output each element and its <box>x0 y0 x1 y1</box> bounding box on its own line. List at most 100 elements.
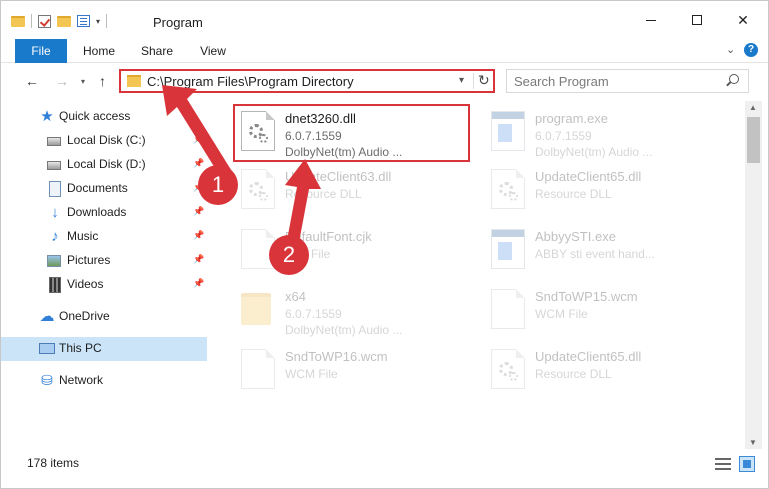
file-item-updateclient65-dll[interactable]: UpdateClient65.dll Resource DLL <box>483 163 719 219</box>
file-version: 6.0.7.1559 <box>285 307 342 321</box>
file-type: WCM File <box>285 367 338 381</box>
exe-icon <box>491 229 525 269</box>
file-item-dnet3260-dll[interactable]: dnet3260.dll 6.0.7.1559 DolbyNet(tm) Aud… <box>233 105 469 161</box>
file-name: program.exe <box>535 111 608 126</box>
minimize-button[interactable] <box>628 1 674 39</box>
gear-file-icon <box>241 111 275 151</box>
maximize-icon <box>692 15 702 25</box>
sidebar-item-label: Documents <box>67 181 128 195</box>
tab-view[interactable]: View <box>191 39 235 63</box>
maximize-button[interactable] <box>674 1 720 39</box>
file-version: 6.0.7.1559 <box>535 129 592 143</box>
search-box[interactable] <box>506 69 749 93</box>
pin-icon[interactable]: 📌 <box>193 206 204 217</box>
scroll-down-arrow-icon[interactable]: ▼ <box>749 438 757 447</box>
quick-access-toolbar: ▾ <box>11 14 108 28</box>
expand-ribbon-chevron-icon[interactable]: ⌄ <box>726 43 735 56</box>
network-icon: ⛁ <box>41 372 53 388</box>
sidebar-item-this-pc[interactable]: This PC <box>1 337 207 361</box>
file-version: 6.0.7.1559 <box>285 129 342 143</box>
sidebar-item-label: Local Disk (C:) <box>67 133 146 147</box>
folder-item-x64[interactable]: x64 6.0.7.1559 DolbyNet(tm) Audio ... <box>233 283 469 339</box>
sidebar-item-label: Quick access <box>59 109 131 123</box>
sidebar-item-network[interactable]: ⛁ Network <box>1 369 207 393</box>
pin-icon[interactable]: 📌 <box>193 134 204 145</box>
sidebar-item-label: OneDrive <box>59 309 110 323</box>
large-icons-view-icon[interactable] <box>739 456 755 472</box>
pin-icon[interactable]: 📌 <box>193 278 204 289</box>
vertical-scrollbar[interactable]: ▲ ▼ <box>745 101 762 449</box>
sidebar-item-local-disk-c[interactable]: Local Disk (C:) 📌 <box>1 129 207 153</box>
properties-check-icon[interactable] <box>38 14 51 28</box>
file-name: UpdateClient65.dll <box>535 349 642 364</box>
forward-arrow-icon[interactable]: → <box>55 73 69 89</box>
file-item-abbyysti-exe[interactable]: AbbyySTI.exe ABBY sti event hand... <box>483 223 719 279</box>
scroll-up-arrow-icon[interactable]: ▲ <box>749 103 757 112</box>
help-icon[interactable]: ? <box>744 43 758 57</box>
search-icon[interactable] <box>729 74 739 84</box>
tab-share[interactable]: Share <box>133 39 181 63</box>
recent-locations-dropdown-icon[interactable]: ▾ <box>81 77 85 86</box>
pin-icon[interactable]: 📌 <box>193 230 204 241</box>
close-button[interactable]: ✕ <box>720 1 766 39</box>
sidebar-item-label: Videos <box>67 277 104 291</box>
sidebar-item-quick-access[interactable]: ★ Quick access <box>1 105 207 129</box>
address-bar[interactable]: C:\Program Files\Program Directory ▾ ↻ <box>119 69 495 93</box>
sidebar-item-label: Music <box>67 229 99 243</box>
file-type: Resource DLL <box>285 187 362 201</box>
file-item-program-exe[interactable]: program.exe 6.0.7.1559 DolbyNet(tm) Audi… <box>483 105 719 161</box>
tab-file[interactable]: File <box>15 39 67 63</box>
gear-file-icon <box>491 349 525 389</box>
details-view-icon[interactable] <box>715 458 731 470</box>
file-name: AbbyySTI.exe <box>535 229 616 244</box>
ribbon-tabs: File Home Share View ⌄ ? <box>1 39 768 63</box>
pin-icon[interactable]: 📌 <box>193 254 204 265</box>
scrollbar-thumb[interactable] <box>747 117 760 163</box>
file-icon <box>241 349 275 389</box>
file-item-updateclient63-dll[interactable]: UpdateClient63.dll Resource DLL <box>233 163 469 219</box>
sidebar-item-label: This PC <box>59 341 102 355</box>
tab-home[interactable]: Home <box>77 39 121 63</box>
new-folder-icon[interactable] <box>57 15 71 27</box>
window-title: Program <box>153 15 203 30</box>
search-input[interactable] <box>514 73 714 89</box>
file-name: SndToWP15.wcm <box>535 289 638 304</box>
file-item-updateclient65-dll-2[interactable]: UpdateClient65.dll Resource DLL <box>483 343 719 399</box>
gear-file-icon <box>241 169 275 209</box>
sidebar-item-music[interactable]: ♪ Music 📌 <box>1 225 207 249</box>
file-description: DolbyNet(tm) Audio ... <box>285 323 403 337</box>
sidebar-item-pictures[interactable]: Pictures 📌 <box>1 249 207 273</box>
file-item-sndtowp16-wcm[interactable]: SndToWP16.wcm WCM File <box>233 343 469 399</box>
pictures-icon <box>47 255 61 267</box>
file-list: dnet3260.dll 6.0.7.1559 DolbyNet(tm) Aud… <box>209 101 745 449</box>
customize-toolbar-dropdown-icon[interactable]: ▾ <box>96 17 100 26</box>
sidebar-item-documents[interactable]: Documents 📌 <box>1 177 207 201</box>
sidebar-item-label: Local Disk (D:) <box>67 157 146 171</box>
file-type: Resource DLL <box>535 367 612 381</box>
sidebar-item-label: Network <box>59 373 104 387</box>
up-arrow-icon[interactable]: ↑ <box>99 73 106 89</box>
disk-icon <box>47 137 61 146</box>
navigation-pane: ★ Quick access Local Disk (C:) 📌 Local D… <box>1 101 209 449</box>
address-path[interactable]: C:\Program Files\Program Directory <box>147 74 354 89</box>
file-name: dnet3260.dll <box>285 111 356 126</box>
file-description: DolbyNet(tm) Audio ... <box>535 145 653 159</box>
file-name: SndToWP16.wcm <box>285 349 388 364</box>
address-dropdown-icon[interactable]: ▾ <box>459 75 464 86</box>
address-divider <box>473 73 474 89</box>
file-description: ABBY sti event hand... <box>535 247 655 261</box>
documents-icon <box>49 181 61 197</box>
videos-icon <box>49 277 61 293</box>
sidebar-item-videos[interactable]: Videos 📌 <box>1 273 207 297</box>
step-badge-2: 2 <box>269 235 309 275</box>
file-item-sndtowp15-wcm[interactable]: SndToWP15.wcm WCM File <box>483 283 719 339</box>
sidebar-item-local-disk-d[interactable]: Local Disk (D:) 📌 <box>1 153 207 177</box>
sidebar-item-onedrive[interactable]: ☁ OneDrive <box>1 305 207 329</box>
pin-icon[interactable]: 📌 <box>193 158 204 169</box>
music-icon: ♪ <box>51 228 59 245</box>
properties-icon[interactable] <box>77 15 90 27</box>
toolbar-divider <box>31 14 32 28</box>
back-arrow-icon[interactable]: ← <box>25 73 39 89</box>
refresh-icon[interactable]: ↻ <box>478 72 490 89</box>
sidebar-item-downloads[interactable]: ↓ Downloads 📌 <box>1 201 207 225</box>
